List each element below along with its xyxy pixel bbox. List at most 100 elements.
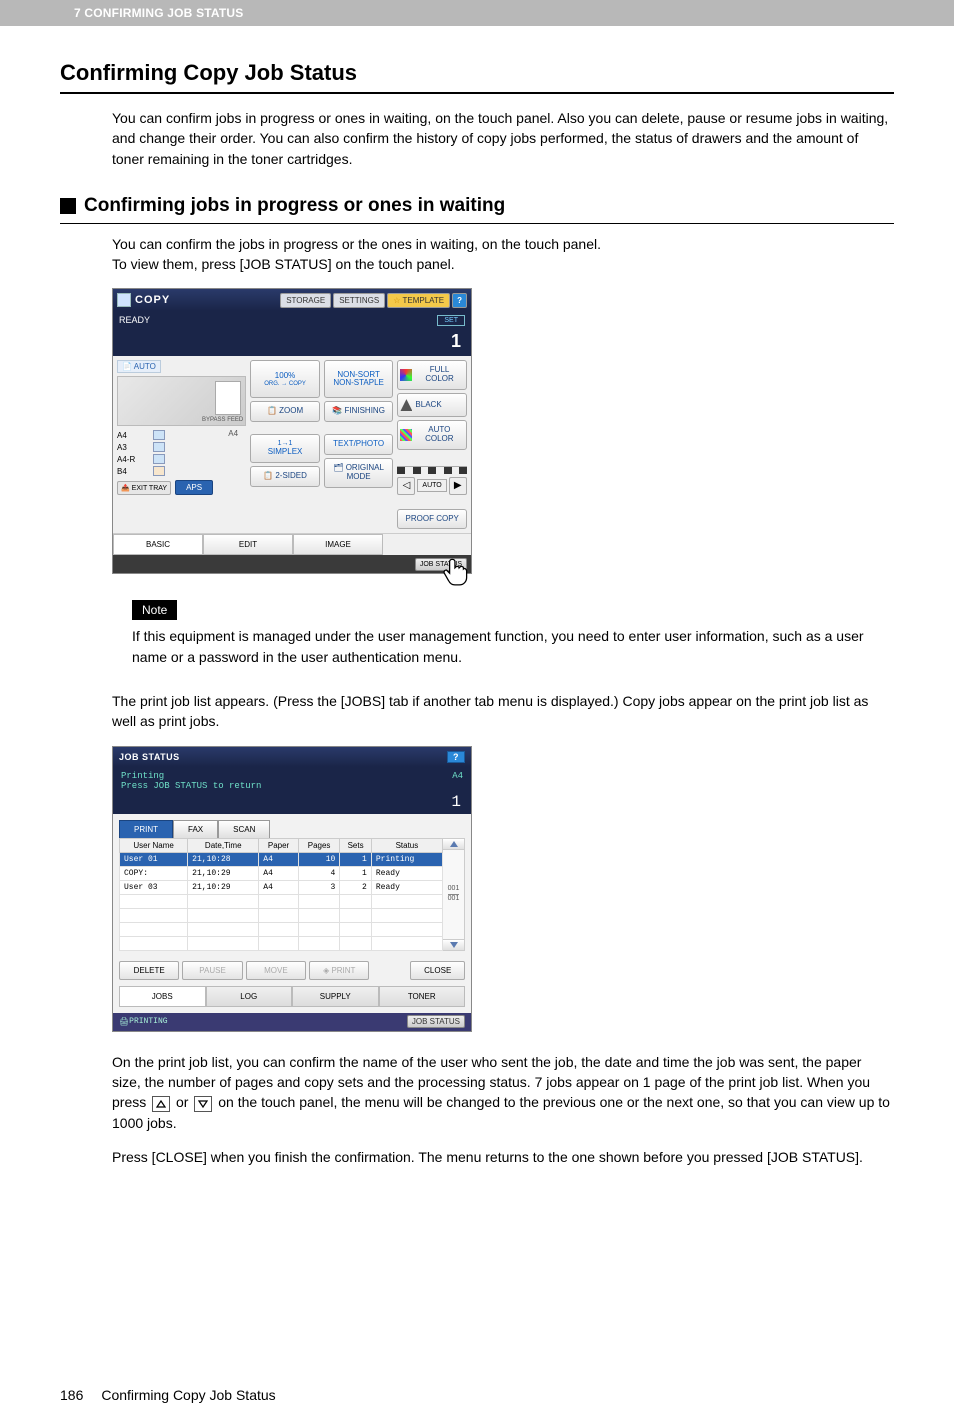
- page-indicator: 001 001: [443, 850, 464, 939]
- job-status-title: JOB STATUS: [119, 752, 180, 762]
- subheading-row: Confirming jobs in progress or ones in w…: [60, 195, 894, 217]
- settings-button[interactable]: SETTINGS: [333, 293, 385, 308]
- copy-panel-figure: COPY STORAGE SETTINGS ☆ TEMPLATE ? READY…: [112, 288, 894, 574]
- sort-indicator[interactable]: NON-SORT NON-STAPLE: [324, 360, 394, 398]
- title-rule: [60, 92, 894, 94]
- col-status: Status: [371, 838, 442, 852]
- scroll-up-button[interactable]: [443, 839, 464, 850]
- full-color-icon: [400, 369, 412, 381]
- exit-tray-button[interactable]: 📤 EXIT TRAY: [117, 481, 171, 495]
- footer-job-status-button[interactable]: JOB STATUS: [407, 1015, 465, 1028]
- simplex-indicator[interactable]: 1→1 SIMPLEX: [250, 434, 320, 462]
- tab-print[interactable]: PRINT: [119, 820, 173, 838]
- hand-cursor-icon: [439, 553, 473, 589]
- zoom-indicator[interactable]: 100% ORG. → COPY: [250, 360, 320, 398]
- job-status-count: 1: [113, 793, 471, 814]
- delete-button[interactable]: DELETE: [119, 961, 179, 980]
- original-mode-button[interactable]: 🗂 ORIGINAL MODE: [324, 458, 394, 488]
- table-row: [120, 908, 443, 922]
- table-row[interactable]: COPY:21,10:29A441Ready: [120, 866, 443, 880]
- ready-label: READY: [119, 315, 150, 325]
- tray-a4r[interactable]: A4-R: [117, 453, 226, 465]
- density-down-button[interactable]: ◁: [397, 477, 415, 495]
- col-datetime: Date,Time: [188, 838, 259, 852]
- job-type-tabs: PRINT FAX SCAN: [119, 820, 465, 838]
- table-row: [120, 894, 443, 908]
- print-button[interactable]: ◈ PRINT: [309, 961, 369, 980]
- auto-color-button[interactable]: AUTO COLOR: [397, 420, 467, 450]
- tray-a4[interactable]: A4: [117, 429, 226, 441]
- full-color-button[interactable]: FULL COLOR: [397, 360, 467, 390]
- storage-button[interactable]: STORAGE: [280, 293, 331, 308]
- bypass-label: BYPASS FEED: [202, 417, 243, 423]
- table-row: [120, 936, 443, 950]
- aps-button[interactable]: APS: [175, 480, 213, 495]
- density-slider: [397, 466, 467, 474]
- tab-scan[interactable]: SCAN: [218, 820, 270, 838]
- black-button[interactable]: BLACK: [397, 393, 467, 417]
- subheading-rule: [60, 223, 894, 224]
- square-bullet-icon: [60, 198, 76, 214]
- col-sets: Sets: [340, 838, 372, 852]
- pause-button[interactable]: PAUSE: [182, 961, 242, 980]
- footer-title: Confirming Copy Job Status: [101, 1387, 275, 1403]
- tray-b4[interactable]: B4: [117, 465, 226, 477]
- zoom-button[interactable]: 📋 ZOOM: [250, 401, 320, 422]
- help-button[interactable]: ?: [447, 751, 465, 763]
- page-body: Confirming Copy Job Status You can confi…: [0, 26, 954, 1423]
- proof-copy-button[interactable]: PROOF COPY: [397, 509, 467, 530]
- col-user: User Name: [120, 838, 188, 852]
- page-footer: 186 Confirming Copy Job Status: [60, 1387, 894, 1403]
- tab-log[interactable]: LOG: [206, 986, 293, 1007]
- tab-image[interactable]: IMAGE: [293, 534, 383, 555]
- density-auto-button[interactable]: AUTO: [417, 479, 446, 492]
- density-up-button[interactable]: ▶: [449, 477, 467, 495]
- auto-color-icon: [400, 429, 411, 441]
- tab-jobs[interactable]: JOBS: [119, 986, 206, 1007]
- col-pages: Pages: [298, 838, 340, 852]
- subheading: Confirming jobs in progress or ones in w…: [84, 195, 505, 217]
- job-panel-footer: 🖨 PRINTING JOB STATUS: [113, 1013, 471, 1031]
- page-number: 186: [60, 1387, 83, 1403]
- chapter-header: 7 CONFIRMING JOB STATUS: [0, 0, 954, 26]
- job-bottom-tabs: JOBS LOG SUPPLY TONER: [119, 986, 465, 1007]
- panel-footer: JOB STATUS: [113, 555, 471, 573]
- tab-toner[interactable]: TONER: [379, 986, 466, 1007]
- close-button[interactable]: CLOSE: [410, 961, 465, 980]
- copy-panel-titlebar: COPY STORAGE SETTINGS ☆ TEMPLATE ?: [113, 289, 471, 311]
- paragraph-3: On the print job list, you can confirm t…: [112, 1052, 894, 1133]
- page-title: Confirming Copy Job Status: [60, 60, 894, 86]
- auto-badge: 📄 AUTO: [117, 360, 161, 373]
- down-key-icon: [194, 1096, 212, 1112]
- col-paper: Paper: [259, 838, 299, 852]
- tab-supply[interactable]: SUPPLY: [292, 986, 379, 1007]
- help-button[interactable]: ?: [452, 293, 467, 308]
- tab-basic[interactable]: BASIC: [113, 534, 203, 555]
- two-sided-button[interactable]: 📋 2-SIDED: [250, 466, 320, 487]
- finishing-button[interactable]: 📚 FINISHING: [324, 401, 394, 422]
- paper-preview: BYPASS FEED: [117, 376, 246, 426]
- job-status-titlebar: JOB STATUS ?: [113, 747, 471, 767]
- tray-a3[interactable]: A3: [117, 441, 226, 453]
- table-row[interactable]: User 0121,10:28A4101Printing: [120, 852, 443, 866]
- table-row: [120, 922, 443, 936]
- paragraph-4: Press [CLOSE] when you finish the confir…: [112, 1147, 894, 1167]
- black-icon: [400, 399, 412, 411]
- move-button[interactable]: MOVE: [246, 961, 306, 980]
- table-row[interactable]: User 0321,10:29A432Ready: [120, 880, 443, 894]
- job-status-panel: JOB STATUS ? Printing Press JOB STATUS t…: [112, 746, 472, 1032]
- textphoto-indicator[interactable]: TEXT/PHOTO: [324, 434, 394, 455]
- note-label: Note: [132, 600, 177, 620]
- job-status-subbar: Printing Press JOB STATUS to return A4: [113, 767, 471, 793]
- paragraph: You can confirm the jobs in progress or …: [112, 234, 894, 275]
- printer-icon: 🖨: [119, 1017, 129, 1027]
- tab-fax[interactable]: FAX: [173, 820, 218, 838]
- scroll-down-button[interactable]: [443, 939, 464, 950]
- up-key-icon: [152, 1096, 170, 1112]
- intro-text: You can confirm jobs in progress or ones…: [112, 108, 894, 169]
- job-status-figure: JOB STATUS ? Printing Press JOB STATUS t…: [112, 746, 894, 1032]
- tab-edit[interactable]: EDIT: [203, 534, 293, 555]
- template-button[interactable]: ☆ TEMPLATE: [387, 293, 450, 308]
- set-label: SET: [437, 315, 465, 326]
- footer-status: PRINTING: [129, 1017, 167, 1026]
